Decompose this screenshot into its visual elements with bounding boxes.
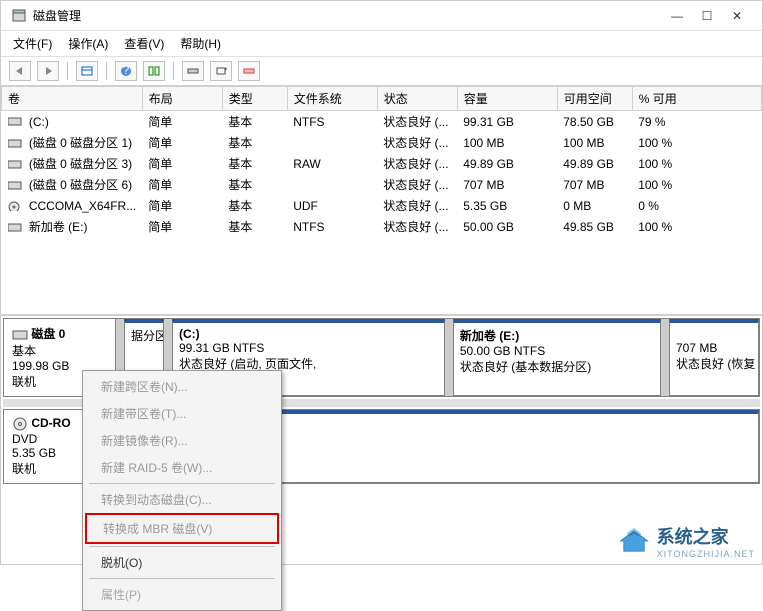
context-menu: 新建跨区卷(N)... 新建带区卷(T)... 新建镜像卷(R)... 新建 R… — [82, 370, 282, 611]
table-row[interactable]: (C:)简单基本NTFS状态良好 (...99.31 GB78.50 GB79 … — [2, 111, 762, 133]
ctx-new-raid5[interactable]: 新建 RAID-5 卷(W)... — [85, 454, 279, 481]
menu-view[interactable]: 查看(V) — [124, 35, 164, 52]
ctx-new-mirrored[interactable]: 新建镜像卷(R)... — [85, 427, 279, 454]
tool-refresh-icon[interactable] — [210, 61, 232, 81]
volume-list-pane: 卷 布局 类型 文件系统 状态 容量 可用空间 % 可用 (C:)简单基本NTF… — [1, 86, 762, 316]
house-icon — [617, 527, 651, 555]
forward-button[interactable] — [37, 61, 59, 81]
ctx-convert-mbr[interactable]: 转换成 MBR 磁盘(V) — [85, 513, 279, 544]
menubar: 文件(F) 操作(A) 查看(V) 帮助(H) — [1, 31, 762, 57]
tool-action-icon[interactable] — [238, 61, 260, 81]
col-capacity[interactable]: 容量 — [457, 87, 557, 111]
col-type[interactable]: 类型 — [222, 87, 287, 111]
minimize-button[interactable]: — — [662, 9, 692, 23]
col-status[interactable]: 状态 — [377, 87, 457, 111]
table-row[interactable]: 新加卷 (E:)简单基本NTFS状态良好 (...50.00 GB49.85 G… — [2, 216, 762, 237]
col-layout[interactable]: 布局 — [142, 87, 222, 111]
tool-view-icon[interactable] — [76, 61, 98, 81]
table-row[interactable]: (磁盘 0 磁盘分区 6)简单基本状态良好 (...707 MB707 MB10… — [2, 174, 762, 195]
partition[interactable]: 707 MB 状态良好 (恢复 — [669, 319, 759, 396]
tool-settings-icon[interactable] — [182, 61, 204, 81]
menu-file[interactable]: 文件(F) — [13, 35, 52, 52]
table-header-row: 卷 布局 类型 文件系统 状态 容量 可用空间 % 可用 — [2, 87, 762, 111]
table-row[interactable]: CCCOMA_X64FR...简单基本UDF状态良好 (...5.35 GB0 … — [2, 195, 762, 216]
table-row[interactable]: (磁盘 0 磁盘分区 3)简单基本RAW状态良好 (...49.89 GB49.… — [2, 153, 762, 174]
menu-help[interactable]: 帮助(H) — [180, 35, 221, 52]
maximize-button[interactable]: ☐ — [692, 9, 722, 23]
ctx-convert-dynamic[interactable]: 转换到动态磁盘(C)... — [85, 486, 279, 513]
app-icon — [11, 8, 27, 24]
titlebar: 磁盘管理 — ☐ ✕ — [1, 1, 762, 31]
col-free[interactable]: 可用空间 — [557, 87, 632, 111]
close-button[interactable]: ✕ — [722, 9, 752, 23]
table-row[interactable]: (磁盘 0 磁盘分区 1)简单基本状态良好 (...100 MB100 MB10… — [2, 132, 762, 153]
help-icon[interactable]: ? — [115, 61, 137, 81]
partition-e[interactable]: 新加卷 (E:) 50.00 GB NTFS 状态良好 (基本数据分区) — [453, 319, 661, 396]
col-pct[interactable]: % 可用 — [632, 87, 761, 111]
back-button[interactable] — [9, 61, 31, 81]
col-fs[interactable]: 文件系统 — [287, 87, 377, 111]
window-title: 磁盘管理 — [33, 7, 81, 24]
menu-action[interactable]: 操作(A) — [68, 35, 108, 52]
watermark: 系统之家 XITONGZHIJIA.NET — [617, 523, 755, 559]
tool-layout-icon[interactable] — [143, 61, 165, 81]
volume-table: 卷 布局 类型 文件系统 状态 容量 可用空间 % 可用 (C:)简单基本NTF… — [1, 86, 762, 237]
ctx-properties[interactable]: 属性(P) — [85, 581, 279, 608]
ctx-offline[interactable]: 脱机(O) — [85, 549, 279, 576]
toolbar: ? — [1, 57, 762, 86]
col-volume[interactable]: 卷 — [2, 87, 143, 111]
svg-text:?: ? — [123, 65, 130, 77]
ctx-new-spanned[interactable]: 新建跨区卷(N)... — [85, 373, 279, 400]
ctx-new-striped[interactable]: 新建带区卷(T)... — [85, 400, 279, 427]
